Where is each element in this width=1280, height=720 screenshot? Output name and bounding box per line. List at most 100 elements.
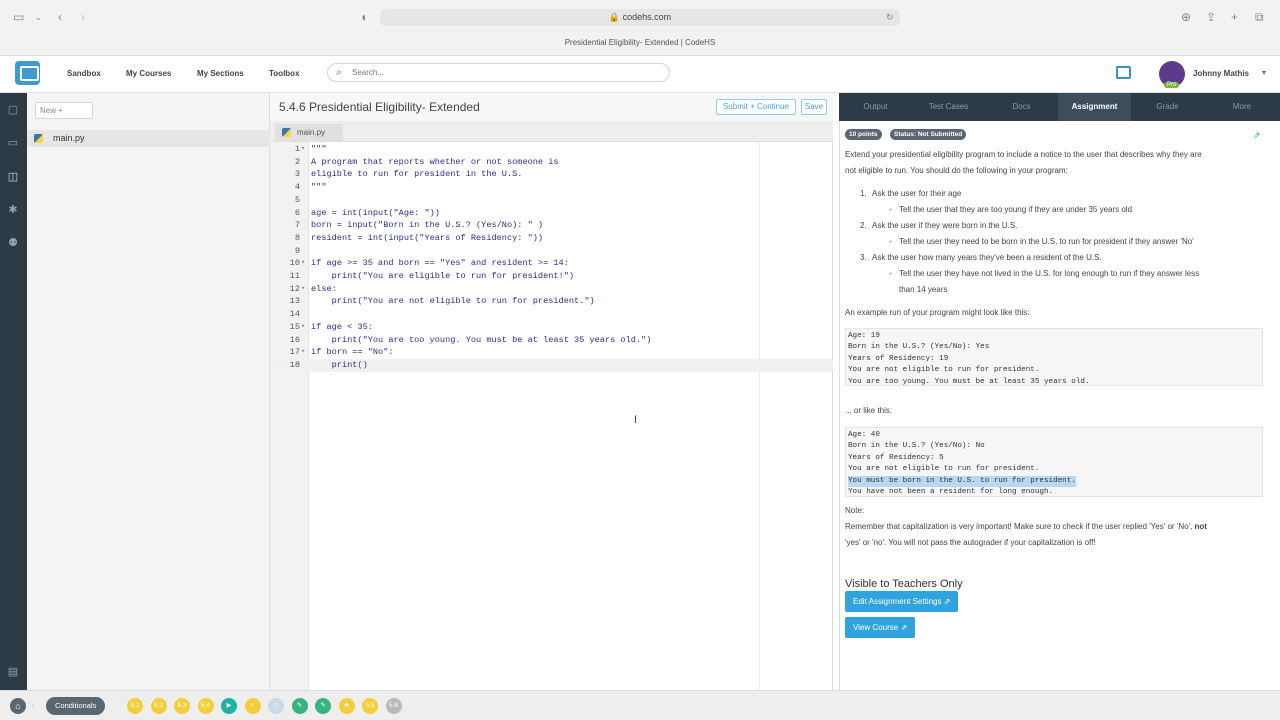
code-line[interactable]: 4 """ bbox=[270, 181, 833, 194]
save-button[interactable]: Save bbox=[801, 99, 827, 115]
new-tab-icon[interactable]: + bbox=[1231, 9, 1238, 26]
unit-pill[interactable]: Conditionals bbox=[46, 697, 106, 715]
bottom-progress-bar: ⌂ › Conditionals 5.1 5.2 5.3 5.4 ▶ ✓ ◻ ✎ ✎ ★ 5.5 5.… bbox=[0, 690, 1280, 720]
output-line: You have not been a resident for long en… bbox=[848, 487, 1054, 496]
lesson-chip[interactable]: 5.1 bbox=[127, 698, 143, 714]
submit-continue-button[interactable]: Submit + Continue bbox=[716, 99, 796, 115]
fold-toggle-icon[interactable]: ▾ bbox=[301, 143, 305, 156]
notifications-icon[interactable] bbox=[1116, 66, 1131, 79]
line-number: 13 bbox=[289, 296, 300, 307]
note-line-2: 'yes' or 'no'. You will not pass the aut… bbox=[845, 538, 1096, 547]
bullet-icon: ◦ bbox=[889, 205, 892, 214]
folder-icon[interactable]: ▭ bbox=[6, 137, 20, 149]
tab-grade[interactable]: Grade bbox=[1131, 93, 1204, 121]
edit-icon[interactable]: ✎ bbox=[315, 698, 331, 714]
code-line[interactable]: 15 ▾ if age < 35: bbox=[270, 321, 833, 334]
code-line[interactable]: 2 A program that reports whether or not s… bbox=[270, 156, 833, 169]
code-line[interactable]: 5 bbox=[270, 194, 833, 207]
search-placeholder: Search... bbox=[352, 68, 385, 77]
tabs-overview-icon[interactable]: ⧉ bbox=[1255, 9, 1264, 26]
points-badge: 10 points bbox=[845, 129, 882, 140]
back-icon[interactable]: ‹ bbox=[58, 9, 62, 26]
code-text: print() bbox=[311, 359, 368, 370]
nav-toolbox[interactable]: Toolbox bbox=[269, 69, 300, 78]
forward-icon[interactable]: › bbox=[81, 9, 85, 26]
code-line[interactable]: 17 ▾ if born == "No": bbox=[270, 346, 833, 359]
search-input[interactable]: ⌕ Search... bbox=[327, 63, 670, 82]
step-text: Ask the user how many years they've been… bbox=[872, 253, 1102, 262]
code-files-icon[interactable]: ◫ bbox=[6, 171, 20, 183]
share-icon[interactable]: ⇪ bbox=[1206, 9, 1216, 26]
edit-assignment-settings-button[interactable]: Edit Assignment Settings ⇗ bbox=[845, 591, 959, 612]
fold-toggle-icon[interactable]: ▾ bbox=[301, 346, 305, 359]
url-bar[interactable]: 🔒 codehs.com bbox=[380, 9, 900, 26]
view-course-button[interactable]: View Course ⇗ bbox=[845, 617, 916, 638]
fold-toggle-icon[interactable]: ▾ bbox=[301, 283, 305, 296]
code-text: else: bbox=[311, 283, 337, 294]
tab-title[interactable]: Presidential Eligibility- Extended | Cod… bbox=[0, 38, 1280, 47]
keyboard-icon[interactable]: ▤ bbox=[6, 666, 20, 678]
editor-header: 5.4.6 Presidential Eligibility- Extended… bbox=[270, 93, 833, 121]
assignments-icon[interactable]: ▢ bbox=[6, 104, 20, 116]
editor-tab-main-py[interactable]: main.py bbox=[275, 124, 343, 142]
code-line[interactable]: 13 print("You are not eligible to run fo… bbox=[270, 295, 833, 308]
file-item-main-py[interactable]: main.py bbox=[27, 130, 270, 147]
button-label: Edit Assignment Settings bbox=[853, 597, 942, 606]
fold-toggle-icon[interactable]: ▾ bbox=[301, 257, 305, 270]
nav-my-sections[interactable]: My Sections bbox=[197, 69, 244, 78]
output-line: You are too young. You must be at least … bbox=[848, 377, 1090, 386]
users-icon[interactable]: ⚉ bbox=[6, 237, 20, 249]
tab-more[interactable]: More bbox=[1204, 93, 1280, 121]
code-line[interactable]: 6 age = int(input("Age: ")) bbox=[270, 207, 833, 220]
code-line[interactable]: 8 resident = int(input("Years of Residenc… bbox=[270, 232, 833, 245]
nav-my-courses[interactable]: My Courses bbox=[126, 69, 171, 78]
video-icon[interactable]: ▶ bbox=[221, 698, 237, 714]
text-cursor-icon: I bbox=[634, 414, 638, 426]
star-icon[interactable]: ★ bbox=[338, 698, 355, 714]
codehs-logo[interactable] bbox=[15, 61, 40, 85]
step-number: 3. bbox=[860, 253, 867, 262]
new-file-button[interactable]: New + bbox=[35, 102, 93, 119]
tab-test-cases[interactable]: Test Cases bbox=[912, 93, 985, 121]
home-icon[interactable]: ⌂ bbox=[10, 698, 26, 714]
browser-chrome: ▭ ⌄ ‹ › ◖ 🔒 codehs.com ↻ ⊕ ⇪ + ⧉ Preside… bbox=[0, 0, 1280, 56]
chevron-down-icon[interactable]: ⌄ bbox=[35, 9, 42, 26]
code-line[interactable]: 10 ▾ if age >= 35 and born == "Yes" and re… bbox=[270, 257, 833, 270]
lesson-chip[interactable]: 5.3 bbox=[174, 698, 190, 714]
code-line[interactable]: 18 print() bbox=[270, 358, 833, 372]
code-line[interactable]: 7 born = input("Born in the U.S.? (Yes/No… bbox=[270, 219, 833, 232]
code-line[interactable]: 14 bbox=[270, 308, 833, 321]
external-link-icon: ⇗ bbox=[943, 597, 951, 606]
external-link-icon[interactable]: ⇗ bbox=[1253, 130, 1261, 141]
code-line[interactable]: 12 ▾ else: bbox=[270, 283, 833, 296]
output-line: Age: 40 bbox=[848, 431, 880, 439]
checklist-icon[interactable]: ✓ bbox=[244, 698, 261, 714]
quiz-icon[interactable]: ◻ bbox=[268, 698, 284, 714]
sidebar-toggle-icon[interactable]: ▭ bbox=[13, 9, 24, 26]
edit-icon[interactable]: ✎ bbox=[291, 698, 308, 714]
tab-output[interactable]: Output bbox=[839, 93, 912, 121]
code-text: resident = int(input("Years of Residency… bbox=[311, 232, 544, 243]
lesson-chip[interactable]: 5.2 bbox=[150, 698, 167, 714]
nav-sandbox[interactable]: Sandbox bbox=[67, 69, 101, 78]
code-line[interactable]: 3 eligible to run for president in the U.… bbox=[270, 168, 833, 181]
gear-icon[interactable]: ✱ bbox=[6, 204, 20, 216]
code-line[interactable]: 11 print("You are eligible to run for pr… bbox=[270, 270, 833, 283]
code-line[interactable]: 16 print("You are too young. You must be… bbox=[270, 334, 833, 347]
fold-toggle-icon[interactable]: ▾ bbox=[301, 321, 305, 334]
lesson-chip[interactable]: 5.5 bbox=[362, 698, 378, 714]
code-text: """ bbox=[311, 182, 327, 193]
step-subtext: Tell the user they have not lived in the… bbox=[899, 269, 1200, 278]
code-line[interactable]: 9 bbox=[270, 245, 833, 258]
output-line: Age: 19 bbox=[848, 332, 880, 340]
download-icon[interactable]: ⊕ bbox=[1181, 9, 1191, 26]
code-text: eligible to run for president in the U.S… bbox=[311, 169, 523, 180]
tab-docs[interactable]: Docs bbox=[985, 93, 1058, 121]
reload-icon[interactable]: ↻ bbox=[886, 9, 894, 26]
tab-assignment[interactable]: Assignment bbox=[1058, 93, 1131, 121]
lesson-chip[interactable]: 5.6 bbox=[385, 698, 402, 714]
chevron-down-icon[interactable]: ▾ bbox=[1262, 68, 1266, 77]
lesson-chip[interactable]: 5.4 bbox=[197, 698, 214, 714]
user-name[interactable]: Johnny Mathis bbox=[1193, 69, 1249, 78]
code-line[interactable]: 1 ▾ """ bbox=[270, 143, 833, 156]
